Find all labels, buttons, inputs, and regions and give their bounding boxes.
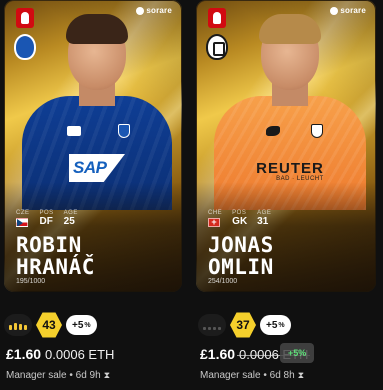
position: GK [232,216,248,227]
player-meta: CHE POSGK AGE31 [208,210,271,228]
stats-row: 43 +5% [4,312,97,338]
swiss-flag-icon [208,218,220,227]
club-badge-icon [311,124,324,138]
form-bars-icon[interactable] [4,314,32,336]
sorare-brand: sorare [330,6,366,15]
fiat-price: £1.60 [6,346,42,362]
hourglass-icon: ⧗ [103,370,111,380]
hourglass-icon: ⧗ [297,370,305,380]
serial-number: 195/1000 [16,278,46,285]
player-name: ROBIN HRANÁČ [16,233,95,279]
fiat-price: £1.60 [200,346,236,362]
sponsor-logo: SAP [69,154,125,182]
player-hair [259,14,321,44]
age: 31 [257,216,269,227]
score-badge[interactable]: 37 [230,312,256,338]
age: 25 [63,216,75,227]
player-card-column: sorare REUTER BAD · LEUCHT CHE POSGK AGE… [196,0,376,381]
player-hair [66,14,128,44]
form-dots-icon[interactable] [198,314,226,336]
price-row: £1.60 0.0006 ETH [6,346,114,362]
player-card[interactable]: sorare REUTER BAD · LEUCHT CHE POSGK AGE… [196,0,376,292]
player-meta: CZE POS DF AGE 25 [16,210,78,227]
eth-price: 0.0006 ETH [45,347,115,362]
serial-number: 254/1000 [208,278,238,285]
player-card[interactable]: sorare SAP CZE POS DF AGE 25 ROBIN HRANÁČ … [4,0,182,292]
position: DF [39,216,53,227]
sorare-brand: sorare [136,6,172,15]
sale-info: Manager sale • 6d 9h ⧗ [6,370,111,381]
sale-info: Manager sale • 6d 8h ⧗ [200,370,305,381]
czech-flag-icon [16,218,28,227]
bonus-badge[interactable]: +5% [260,315,291,335]
joma-logo-icon [67,126,81,136]
player-name: JONAS OMLIN [208,233,274,279]
stats-row: 37 +5% [198,312,291,338]
bonus-tooltip: +5% [280,343,315,363]
puma-logo-icon [265,126,280,136]
sponsor-logo: REUTER BAD · LEUCHT [256,160,324,182]
score-badge[interactable]: 43 [36,312,62,338]
club-badge-icon [118,124,130,138]
bonus-badge[interactable]: +5% [66,315,97,335]
player-card-column: sorare SAP CZE POS DF AGE 25 ROBIN HRANÁČ … [4,0,182,381]
